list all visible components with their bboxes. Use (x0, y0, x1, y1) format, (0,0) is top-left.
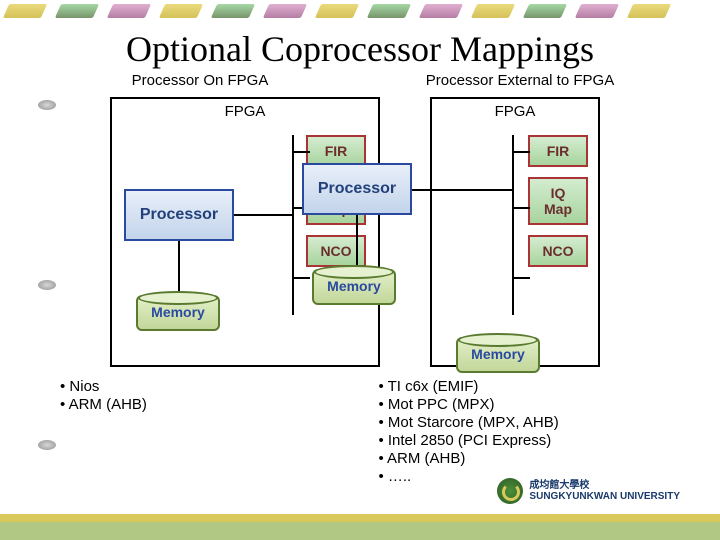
nco-block-right: NCO (528, 235, 588, 267)
logo-text-english: SUNGKYUNKWAN UNIVERSITY (529, 491, 680, 502)
fpga-left-box: FPGA FIR IQ Map NCO Processor Memory (110, 97, 380, 367)
bullets-left: • Nios • ARM (AHB) (60, 377, 308, 486)
page-title: Optional Coprocessor Mappings (0, 28, 720, 70)
bead-icon (38, 440, 56, 450)
memory-label-right-1: Memory (312, 278, 396, 294)
logo-text-korean: 成均館大學校 (529, 480, 680, 491)
fir-block-right: FIR (528, 135, 588, 167)
wire (234, 214, 292, 216)
memory-label-right-2: Memory (456, 346, 540, 362)
bead-icon (38, 100, 56, 110)
processor-block-right: Processor (302, 163, 412, 215)
wire (292, 151, 310, 153)
memory-label-left: Memory (136, 304, 220, 320)
logo-icon (497, 478, 523, 504)
fpga-left-label: FPGA (112, 103, 378, 120)
subtitle-left: Processor On FPGA (50, 72, 350, 89)
iqmap-block-right: IQ Map (528, 177, 588, 225)
bead-icon (38, 280, 56, 290)
decorative-erasers (0, 0, 720, 22)
fpga-right-box: FPGA FIR IQ Map NCO Processor Memory Mem… (430, 97, 600, 367)
footer-bars (0, 514, 720, 540)
wire (512, 207, 530, 209)
bullet: • ARM (AHB) (378, 450, 660, 467)
bus-vertical (512, 135, 514, 315)
university-logo: 成均館大學校 SUNGKYUNKWAN UNIVERSITY (497, 478, 680, 504)
wire (512, 277, 530, 279)
wire-to-proc (412, 189, 512, 191)
subtitle-right: Processor External to FPGA (370, 72, 670, 89)
bullet: • Intel 2850 (PCI Express) (378, 432, 660, 449)
wire (178, 241, 180, 291)
bullet: • TI c6x (EMIF) (378, 378, 660, 395)
fpga-right-label: FPGA (432, 103, 598, 120)
processor-block-left: Processor (124, 189, 234, 241)
bullet: • ARM (AHB) (60, 396, 308, 413)
bullets-right: • TI c6x (EMIF) • Mot PPC (MPX) • Mot St… (378, 377, 660, 486)
bullet: • Nios (60, 378, 308, 395)
subtitles-row: Processor On FPGA Processor External to … (40, 72, 680, 89)
wire (512, 151, 530, 153)
bullet: • Mot Starcore (MPX, AHB) (378, 414, 660, 431)
wire (292, 277, 310, 279)
bullet: • Mot PPC (MPX) (378, 396, 660, 413)
bus-vertical (292, 135, 294, 315)
wire (356, 215, 358, 265)
